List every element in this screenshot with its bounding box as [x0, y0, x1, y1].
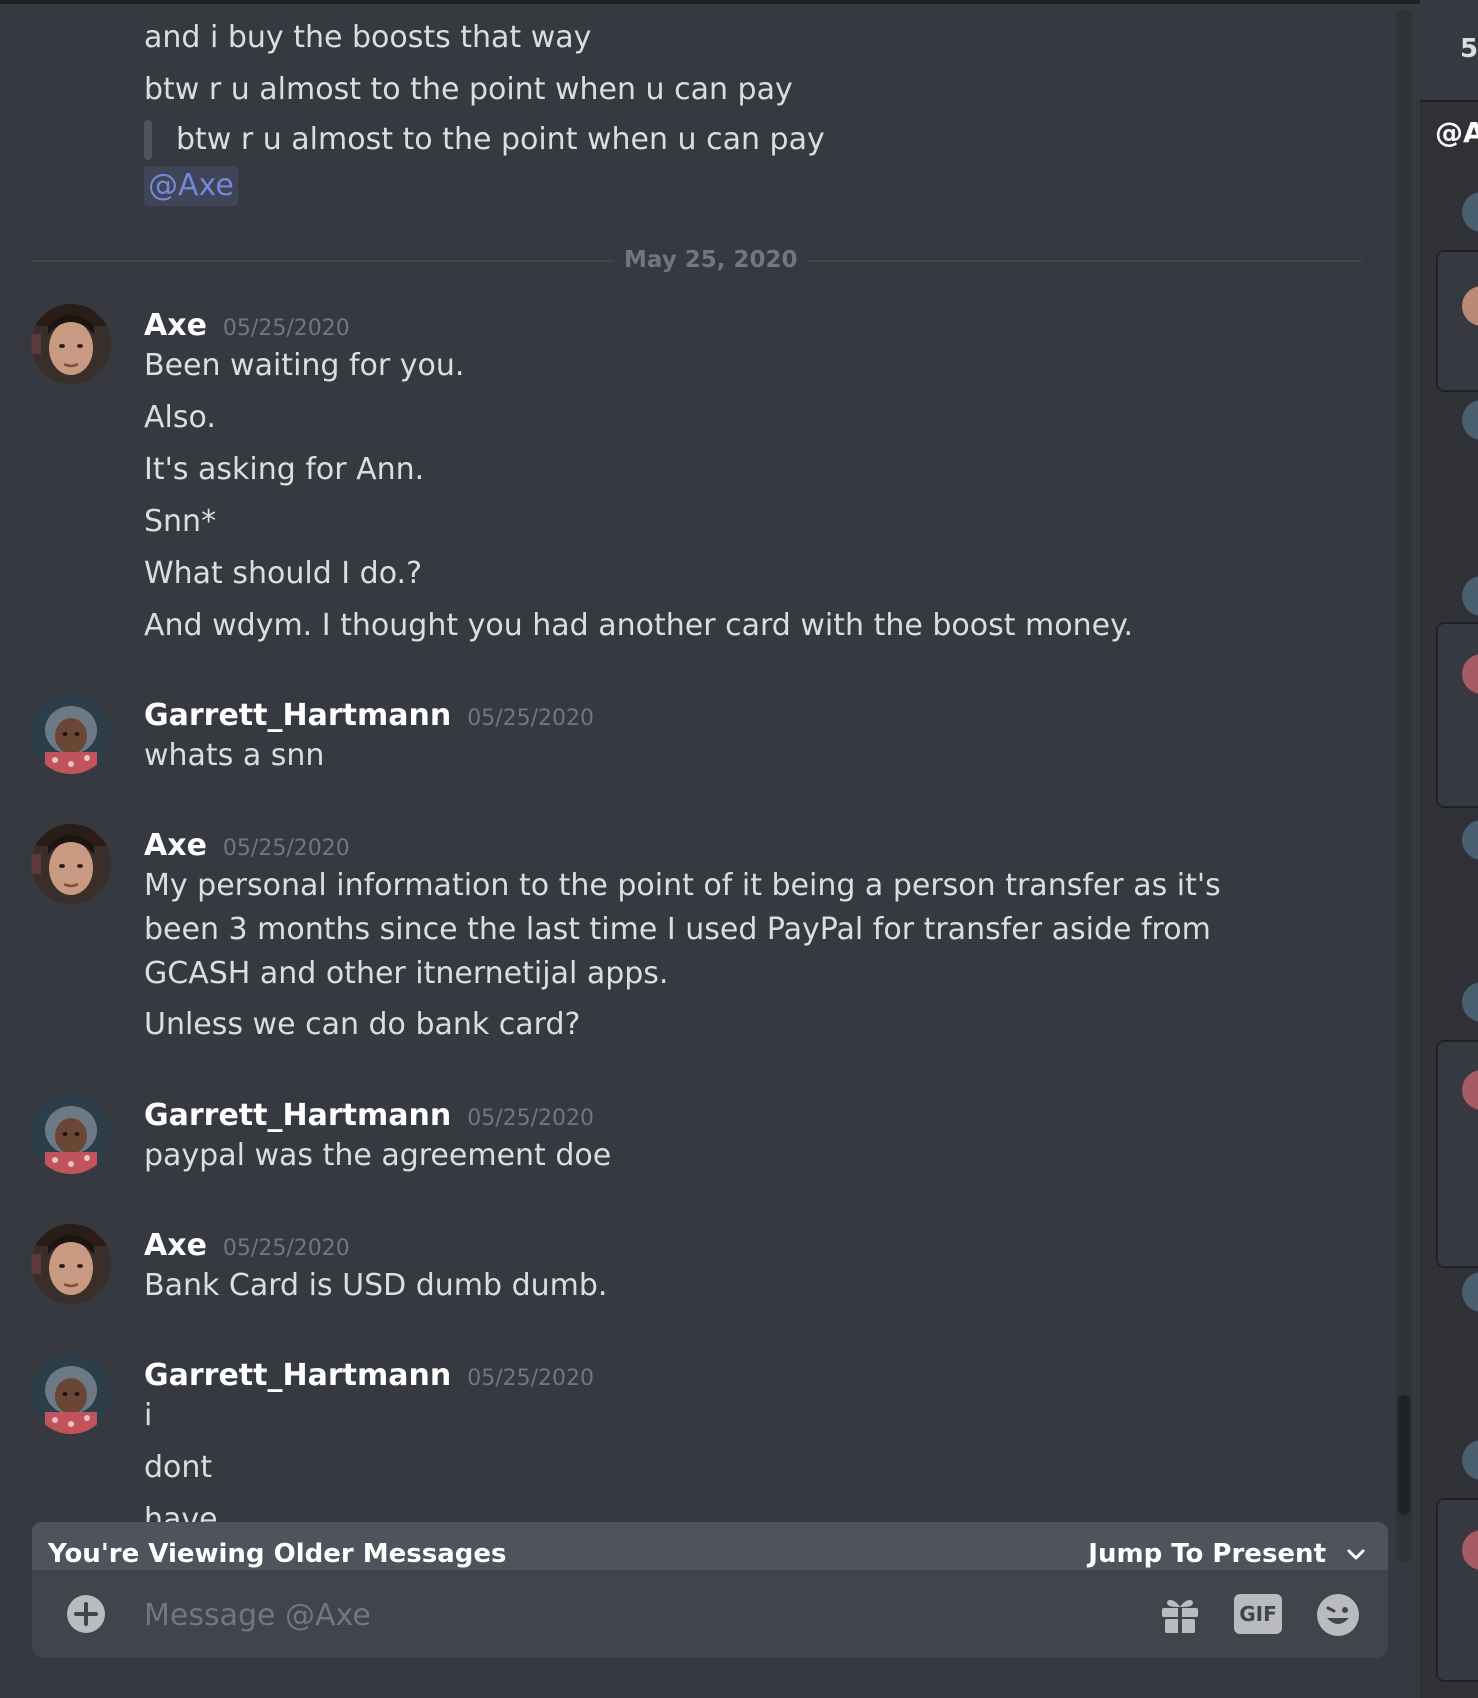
- message-line: btw r u almost to the point when u can p…: [144, 72, 793, 107]
- avatar-garrett[interactable]: [31, 694, 111, 774]
- timestamp: 05/25/2020: [222, 836, 350, 861]
- message-line: Snn*: [144, 504, 217, 539]
- gift-icon[interactable]: [1158, 1592, 1202, 1636]
- message-header: Garrett_Hartmann 05/25/2020: [144, 696, 594, 736]
- message-composer: GIF: [32, 1570, 1388, 1658]
- message-line: whats a snn: [144, 738, 325, 773]
- message-line: i: [144, 1398, 153, 1433]
- username[interactable]: Garrett_Hartmann: [144, 1358, 451, 1393]
- message-line: Bank Card is USD dumb dumb.: [144, 1268, 608, 1303]
- timestamp: 05/25/2020: [467, 1106, 595, 1131]
- message-line: paypal was the agreement doe: [144, 1138, 612, 1173]
- sidebar-card[interactable]: [1436, 1498, 1478, 1682]
- username[interactable]: Garrett_Hartmann: [144, 1098, 451, 1133]
- quote-bar: [144, 120, 152, 160]
- user-mention[interactable]: @Axe: [144, 166, 238, 206]
- message-line: Been waiting for you.: [144, 348, 465, 383]
- message-line: Also.: [144, 400, 216, 435]
- message-header: Axe 05/25/2020: [144, 1226, 350, 1266]
- message-header: Garrett_Hartmann 05/25/2020: [144, 1096, 594, 1136]
- avatar-garrett[interactable]: [31, 1094, 111, 1174]
- avatar-axe[interactable]: [31, 824, 111, 904]
- username[interactable]: Axe: [144, 1228, 207, 1263]
- avatar-axe[interactable]: [31, 304, 111, 384]
- message-line: It's asking for Ann.: [144, 452, 425, 487]
- quote-text: btw r u almost to the point when u can p…: [176, 122, 825, 157]
- message-line: Unless we can do bank card?: [144, 1007, 581, 1042]
- chat-scrollbar-track[interactable]: [1396, 10, 1412, 1562]
- message-header: Axe 05/25/2020: [144, 826, 350, 866]
- add-attachment-icon[interactable]: [66, 1594, 106, 1634]
- message-line: And wdym. I thought you had another card…: [144, 608, 1134, 643]
- message-line: What should I do.?: [144, 556, 422, 591]
- jump-to-present-label: Jump To Present: [1088, 1539, 1326, 1569]
- sidebar-mention-label: @A: [1435, 116, 1478, 149]
- gif-icon[interactable]: GIF: [1234, 1594, 1282, 1634]
- date-divider-label: May 25, 2020: [614, 243, 808, 277]
- message-header: Garrett_Hartmann 05/25/2020: [144, 1356, 594, 1396]
- timestamp: 05/25/2020: [467, 706, 595, 731]
- chat-scrollbar-thumb[interactable]: [1398, 1395, 1410, 1515]
- chevron-down-icon: [1347, 1549, 1365, 1560]
- timestamp: 05/25/2020: [222, 1236, 350, 1261]
- avatar-axe[interactable]: [31, 1224, 111, 1304]
- chat-messages[interactable]: and i buy the boosts that way btw r u al…: [0, 0, 1395, 1698]
- sidebar-card[interactable]: [1436, 622, 1478, 808]
- username[interactable]: Axe: [144, 308, 207, 343]
- message-header: Axe 05/25/2020: [144, 306, 350, 346]
- avatar-garrett[interactable]: [31, 1354, 111, 1434]
- message-paragraph: My personal information to the point of …: [144, 868, 1221, 991]
- message-line: dont: [144, 1450, 213, 1485]
- message-line: and i buy the boosts that way: [144, 20, 592, 55]
- username[interactable]: Garrett_Hartmann: [144, 698, 451, 733]
- message-input[interactable]: [142, 1584, 1146, 1646]
- timestamp: 05/25/2020: [222, 316, 350, 341]
- emoji-icon[interactable]: [1315, 1592, 1361, 1638]
- username[interactable]: Axe: [144, 828, 207, 863]
- sidebar-count: 55: [1460, 34, 1478, 64]
- timestamp: 05/25/2020: [467, 1366, 595, 1391]
